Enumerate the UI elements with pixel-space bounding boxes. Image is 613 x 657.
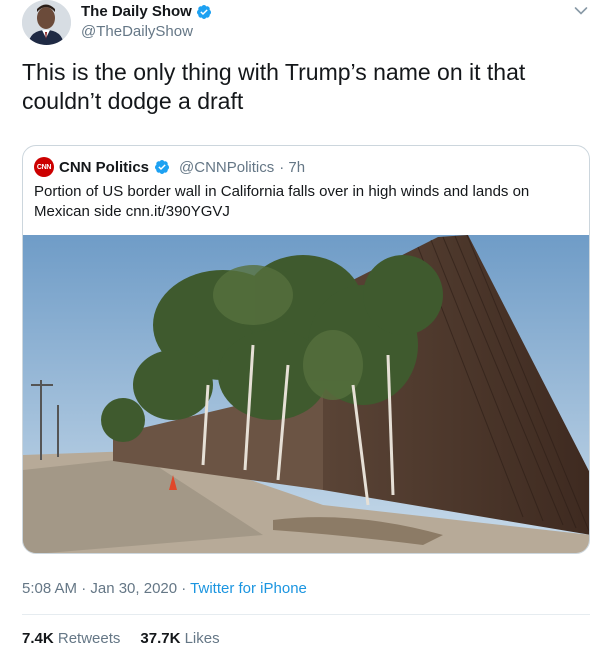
chevron-down-icon[interactable] [574,6,588,16]
quoted-author-name: CNN Politics [59,158,150,176]
author-name-text[interactable]: The Daily Show [81,3,192,21]
author-handle[interactable]: @TheDailyShow [81,23,193,41]
verified-badge-icon [196,5,211,19]
author-name[interactable]: The Daily Show [81,3,212,21]
retweets-count: 7.4K [22,630,54,647]
divider [22,614,590,615]
likes-label: Likes [184,630,220,647]
quoted-header: CNN CNN Politics @CNNPolitics · 7h [34,157,305,177]
tweet-time[interactable]: 5:08 AM · Jan 30, 2020 · [22,580,190,597]
retweets-stat[interactable]: 7.4K Retweets [22,630,120,648]
avatar[interactable] [22,0,71,45]
quoted-tweet[interactable]: CNN CNN Politics @CNNPolitics · 7h Porti… [22,145,590,554]
border-wall-photo-icon [23,235,589,553]
tweet-text: This is the only thing with Trump’s name… [22,59,526,114]
cnn-logo-icon: CNN [34,157,54,177]
avatar-photo-icon [22,0,71,45]
tweet-timestamp: 5:08 AM · Jan 30, 2020 · Twitter for iPh… [22,580,307,598]
tweet-card: The Daily Show @TheDailyShow This is the… [0,0,613,657]
quoted-text: Portion of US border wall in California … [34,183,530,220]
tweet-stats: 7.4K Retweets 37.7K Likes [22,630,220,648]
retweets-label: Retweets [57,630,121,647]
likes-count: 37.7K [140,630,181,647]
tweet-source-link[interactable]: Twitter for iPhone [190,580,307,597]
likes-stat[interactable]: 37.7K Likes [140,630,219,648]
quoted-age: · 7h [279,158,306,176]
quoted-author-handle: @CNNPolitics [179,158,275,176]
verified-badge-icon [155,160,170,174]
quoted-media-image[interactable] [23,235,589,553]
